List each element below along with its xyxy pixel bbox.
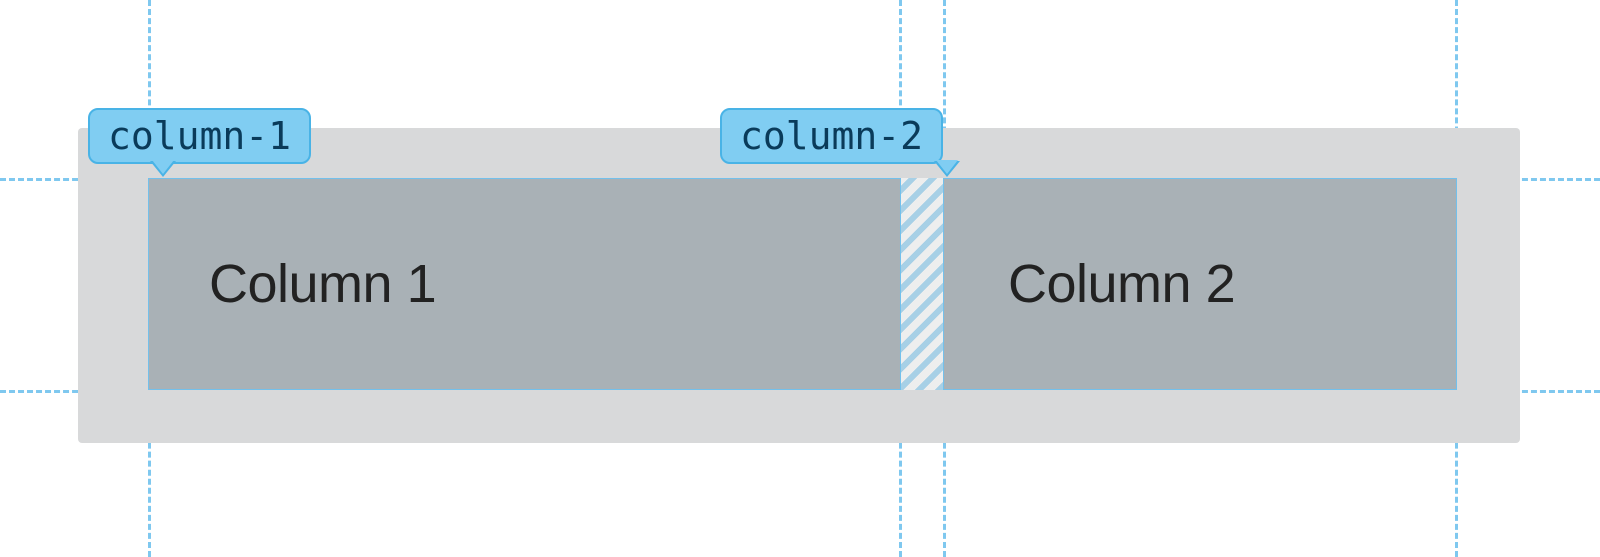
track-badge-text: column-2 [740,117,923,155]
track-badge-text: column-1 [108,117,291,155]
grid-column-1: Column 1 [148,178,901,390]
track-badge-column-1: column-1 [88,108,311,164]
track-badge-column-2: column-2 [720,108,943,164]
column-1-label: Column 1 [149,179,900,389]
column-2-label: Column 2 [944,179,1456,389]
grid-column-gap [901,178,943,390]
grid-column-2: Column 2 [943,178,1457,390]
